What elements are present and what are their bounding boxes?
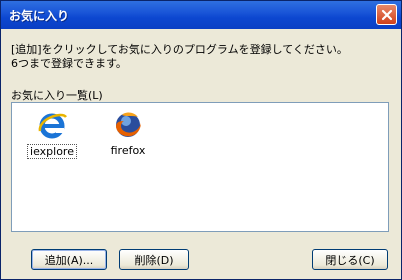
window-title: お気に入り xyxy=(9,9,70,23)
title-bar[interactable]: お気に入り xyxy=(1,1,401,29)
add-button[interactable]: 追加(A)... xyxy=(31,249,107,270)
internet-explorer-icon xyxy=(38,113,68,139)
instructions: [追加]をクリックしてお気に入りのプログラムを登録してください。 6つまで登録で… xyxy=(11,43,391,71)
list-item-iexplore[interactable]: iexplore xyxy=(22,109,82,159)
list-item-firefox[interactable]: firefox xyxy=(98,109,158,157)
close-button[interactable]: 閉じる(C) xyxy=(312,249,388,270)
close-icon xyxy=(381,9,392,20)
close-window-button[interactable] xyxy=(376,4,397,25)
delete-button[interactable]: 削除(D) xyxy=(119,249,189,270)
instructions-line-1: [追加]をクリックしてお気に入りのプログラムを登録してください。 xyxy=(11,43,348,56)
favorites-list-label: お気に入り一覧(L) xyxy=(11,89,103,102)
instructions-line-2: 6つまで登録できます。 xyxy=(11,57,127,70)
list-item-label: firefox xyxy=(110,144,146,157)
favorites-dialog: お気に入り [追加]をクリックしてお気に入りのプログラムを登録してください。 6… xyxy=(0,0,402,280)
favorites-listbox[interactable]: iexplore firefox xyxy=(11,102,389,232)
list-item-label: iexplore xyxy=(27,144,77,159)
firefox-icon xyxy=(116,112,141,137)
